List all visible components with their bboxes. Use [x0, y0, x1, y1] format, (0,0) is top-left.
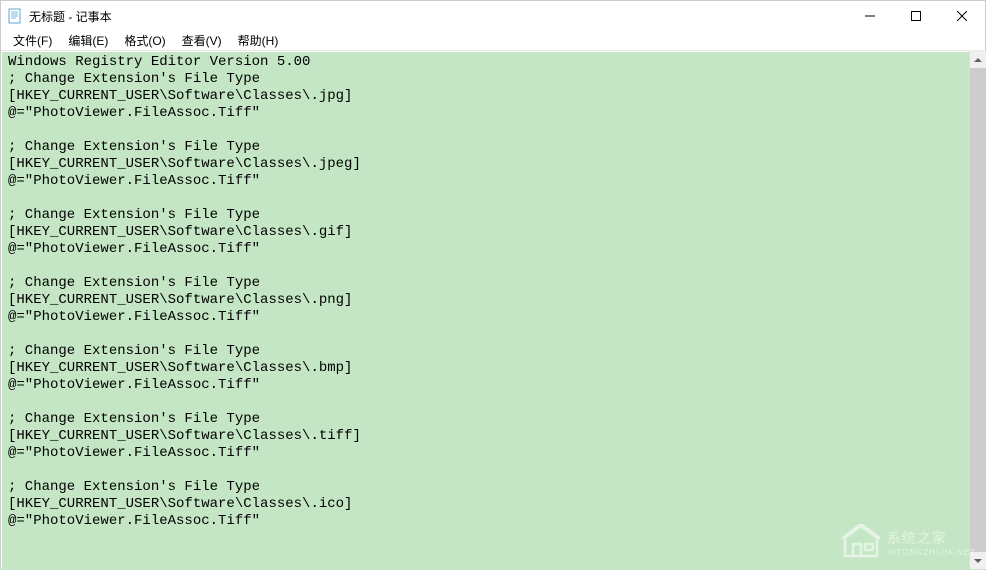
- titlebar: 无标题 - 记事本: [1, 1, 985, 31]
- scroll-thumb[interactable]: [970, 68, 986, 552]
- window-controls: [847, 1, 985, 31]
- menu-view[interactable]: 查看(V): [174, 30, 230, 51]
- window-title: 无标题 - 记事本: [29, 8, 847, 25]
- text-editor[interactable]: Windows Registry Editor Version 5.00 ; C…: [2, 52, 984, 570]
- menu-edit[interactable]: 编辑(E): [60, 30, 116, 51]
- minimize-button[interactable]: [847, 1, 893, 31]
- menu-format[interactable]: 格式(O): [116, 30, 173, 51]
- vertical-scrollbar[interactable]: [969, 51, 986, 569]
- close-button[interactable]: [939, 1, 985, 31]
- scroll-up-arrow[interactable]: [970, 51, 986, 68]
- menubar: 文件(F) 编辑(E) 格式(O) 查看(V) 帮助(H): [1, 31, 985, 51]
- scroll-down-arrow[interactable]: [970, 552, 986, 569]
- menu-file[interactable]: 文件(F): [5, 30, 60, 51]
- menu-help[interactable]: 帮助(H): [230, 30, 287, 51]
- notepad-icon: [7, 8, 23, 24]
- maximize-button[interactable]: [893, 1, 939, 31]
